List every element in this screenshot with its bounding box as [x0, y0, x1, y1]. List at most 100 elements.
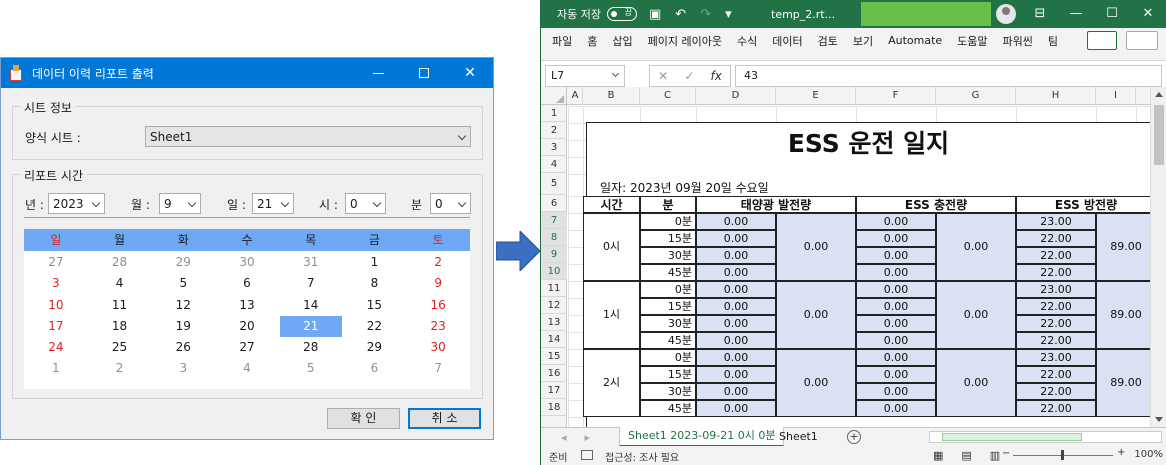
hour-select[interactable]: 0: [345, 193, 386, 214]
calendar-day[interactable]: 27: [216, 337, 278, 358]
row-header[interactable]: 3: [541, 139, 567, 156]
calendar-day[interactable]: 19: [152, 316, 214, 337]
cancel-button[interactable]: 취 소: [408, 408, 481, 429]
save-icon[interactable]: ▣: [649, 7, 675, 22]
autosave-toggle[interactable]: 끔: [606, 7, 637, 21]
scroll-thumb[interactable]: [1154, 105, 1164, 165]
zoom-out-icon[interactable]: −: [1002, 448, 1010, 459]
row-header[interactable]: 17: [541, 382, 567, 399]
scroll-down-icon[interactable]: [1155, 417, 1163, 422]
column-header[interactable]: G: [936, 87, 1016, 105]
calendar-day[interactable]: 7: [407, 358, 469, 379]
scroll-thumb[interactable]: [942, 433, 1082, 441]
row-header[interactable]: 5: [541, 173, 567, 195]
minute-select[interactable]: 0: [430, 193, 471, 214]
calendar-day[interactable]: 9: [407, 273, 469, 294]
tab-team[interactable]: 팀: [1048, 33, 1058, 49]
column-header[interactable]: H: [1016, 87, 1096, 105]
row-header[interactable]: 12: [541, 297, 567, 314]
row-header[interactable]: 11: [541, 280, 567, 297]
row-header[interactable]: 4: [541, 156, 567, 173]
ribbon-display-button[interactable]: ⊟: [1022, 0, 1058, 28]
month-select[interactable]: 9: [159, 193, 201, 214]
customize-qat-icon[interactable]: ▾: [725, 7, 746, 22]
calendar-day[interactable]: 11: [89, 295, 151, 316]
calendar-day[interactable]: 10: [25, 295, 87, 316]
minimize-button[interactable]: —: [1058, 0, 1094, 28]
sheet-tab-sheet1[interactable]: Sheet1: [779, 430, 818, 443]
calendar-day[interactable]: 4: [89, 273, 151, 294]
calendar-day[interactable]: 13: [216, 295, 278, 316]
calendar-day[interactable]: 3: [152, 358, 214, 379]
calendar-day[interactable]: 22: [344, 316, 406, 337]
name-box[interactable]: L7: [545, 65, 625, 87]
insert-function-icon[interactable]: fx: [711, 69, 722, 83]
tab-view[interactable]: 보기: [853, 33, 873, 49]
calendar-day[interactable]: 2: [407, 252, 469, 273]
column-header[interactable]: F: [856, 87, 936, 105]
share-button[interactable]: [1126, 31, 1158, 50]
calendar-day[interactable]: 7: [280, 273, 342, 294]
calendar-day[interactable]: 4: [216, 358, 278, 379]
cell-area[interactable]: ESS 운전 일지 일자: 2023년 09월 20일 수요일 시간 분 태양광 발…: [568, 106, 1156, 427]
ok-button[interactable]: 확 인: [327, 408, 400, 429]
calendar-day[interactable]: 18: [89, 316, 151, 337]
calendar-day[interactable]: 30: [407, 337, 469, 358]
calendar-day[interactable]: 20: [216, 316, 278, 337]
redo-icon[interactable]: ↷: [700, 7, 725, 22]
calendar-day[interactable]: 1: [344, 252, 406, 273]
calendar-day[interactable]: 15: [344, 295, 406, 316]
tab-file[interactable]: 파일: [552, 33, 572, 49]
tab-help[interactable]: 도움말: [957, 33, 987, 49]
vertical-scrollbar[interactable]: [1150, 87, 1166, 427]
tab-page-layout[interactable]: 페이지 레이아웃: [648, 33, 722, 49]
undo-icon[interactable]: ↶: [675, 7, 700, 22]
calendar-day[interactable]: 1: [25, 358, 87, 379]
year-select[interactable]: 2023: [48, 193, 105, 214]
row-header[interactable]: 10: [541, 263, 567, 280]
dialog-titlebar[interactable]: 데이터 이력 리포트 출력 ✕: [1, 58, 493, 88]
select-all-button[interactable]: [541, 87, 567, 105]
calendar-day[interactable]: 2: [89, 358, 151, 379]
row-header[interactable]: 16: [541, 365, 567, 382]
column-header[interactable]: E: [776, 87, 856, 105]
calendar-day[interactable]: 5: [152, 273, 214, 294]
calendar-day[interactable]: 12: [152, 295, 214, 316]
calendar-day[interactable]: 17: [25, 316, 87, 337]
tab-formulas[interactable]: 수식: [737, 33, 757, 49]
add-sheet-icon[interactable]: +: [847, 430, 861, 444]
row-header[interactable]: 15: [541, 348, 567, 365]
calendar-day[interactable]: 16: [407, 295, 469, 316]
sheet-select[interactable]: Sheet1: [145, 126, 471, 147]
cancel-icon[interactable]: ✕: [658, 69, 668, 83]
tab-insert[interactable]: 삽입: [612, 33, 632, 49]
row-header[interactable]: 14: [541, 331, 567, 348]
calendar-day[interactable]: 3: [25, 273, 87, 294]
column-header[interactable]: D: [696, 87, 776, 105]
close-button[interactable]: ✕: [447, 58, 493, 88]
horizontal-scrollbar[interactable]: [929, 431, 1162, 443]
quick-access-toolbar[interactable]: ▣↶↷▾: [649, 7, 746, 22]
macro-record-icon[interactable]: [581, 450, 593, 460]
calendar-day[interactable]: 23: [407, 316, 469, 337]
zoom-slider-knob[interactable]: [1061, 450, 1064, 460]
calendar-day[interactable]: 6: [216, 273, 278, 294]
calendar-day[interactable]: 29: [152, 252, 214, 273]
sheet-tab-active[interactable]: Sheet1 2023-09-21 0시 0분: [619, 427, 785, 447]
calendar-day[interactable]: 8: [344, 273, 406, 294]
minimize-button[interactable]: [355, 58, 401, 88]
column-header[interactable]: I: [1096, 87, 1136, 105]
row-header[interactable]: 9: [541, 246, 567, 263]
worksheet[interactable]: ABCDEFGHI 1 2 3 4 5 6 7 8 9 10 11 12 13 14 15 16 17 18 ES…: [541, 87, 1166, 427]
restore-button[interactable]: ☐: [1094, 0, 1130, 28]
tab-powerthin[interactable]: 파워씬: [1003, 33, 1033, 49]
avatar[interactable]: [996, 4, 1016, 24]
maximize-button[interactable]: [401, 58, 447, 88]
tab-data[interactable]: 데이터: [772, 33, 802, 49]
comments-button[interactable]: [1087, 31, 1117, 50]
row-header[interactable]: 7: [541, 212, 567, 229]
enter-icon[interactable]: ✓: [684, 69, 694, 83]
close-button[interactable]: ✕: [1130, 0, 1166, 28]
sheet-nav-icons[interactable]: ◂▸: [561, 431, 608, 444]
day-select[interactable]: 21: [252, 193, 294, 214]
